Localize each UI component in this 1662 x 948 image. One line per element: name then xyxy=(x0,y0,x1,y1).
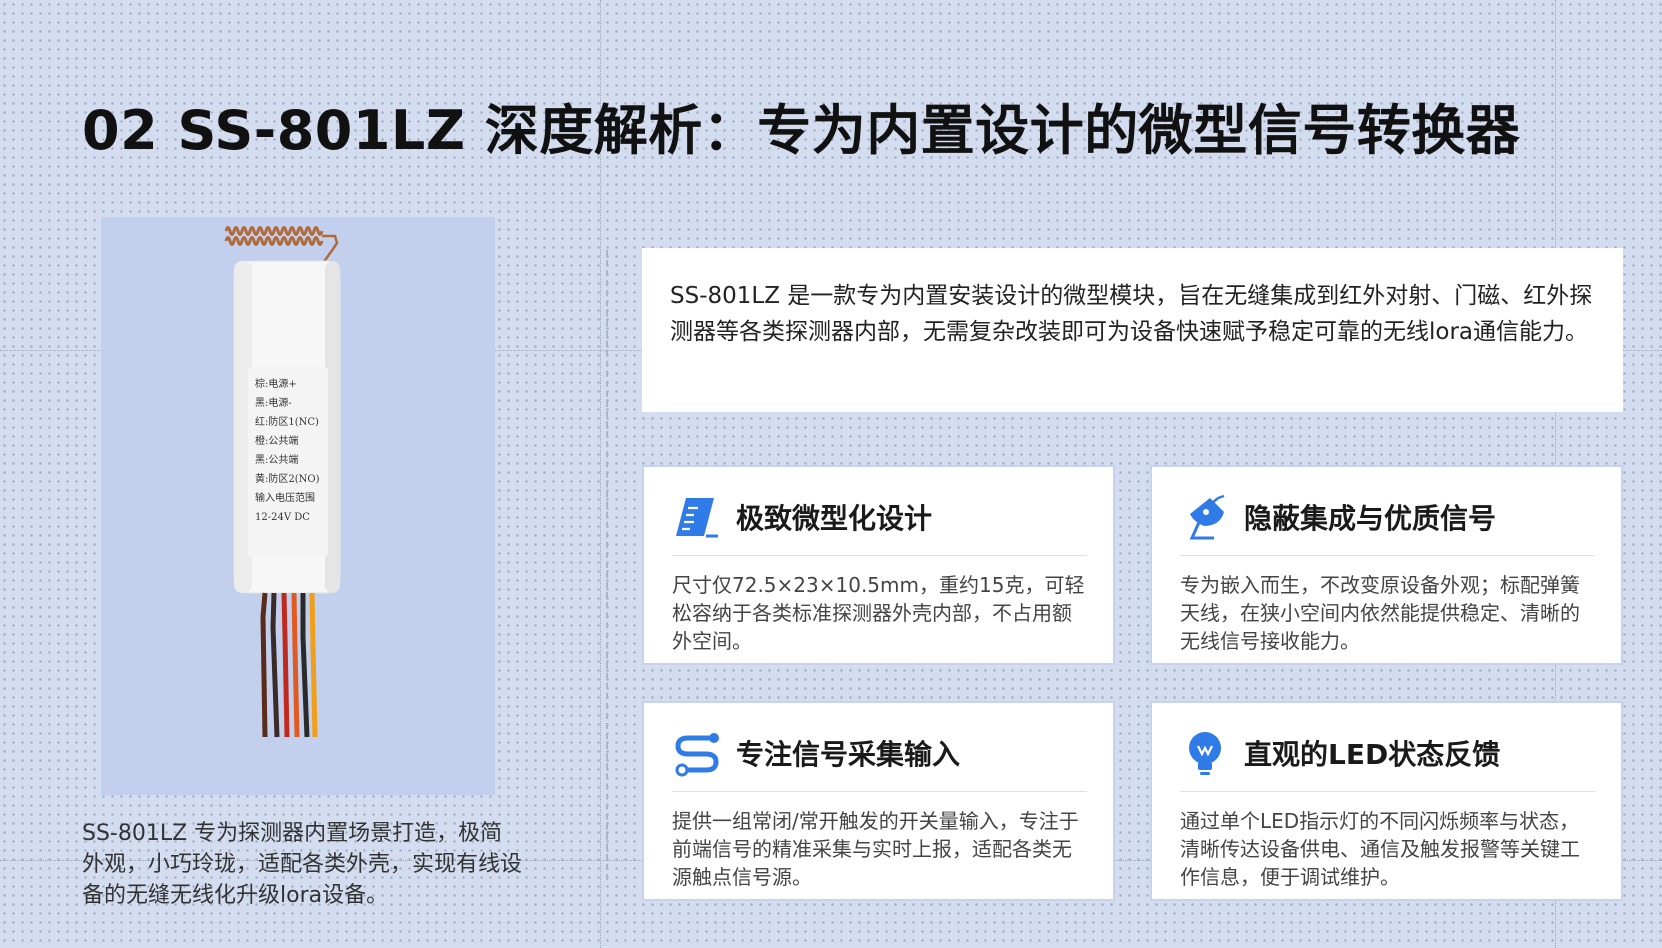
label-line: 输入电压范围 xyxy=(255,493,315,504)
feature-body: 通过单个LED指示灯的不同闪烁频率与状态，清晰传达设备供电、通信及触发报警等关键… xyxy=(1180,809,1580,889)
feature-body: 尺寸仅72.5×23×10.5mm，重约15克，可轻松容纳于各类标准探测器外壳内… xyxy=(672,573,1085,653)
product-caption: SS-801LZ 专为探测器内置场景打造，极简外观，小巧玲珑，适配各类外壳，实现… xyxy=(82,821,523,908)
product-image-panel: 棕:电源+ 黑:电源- 红:防区1(NC) 橙:公共端 黑:公共端 黄:防区2(… xyxy=(101,217,495,795)
device-label: 棕:电源+ 黑:电源- 红:防区1(NC) 橙:公共端 黑:公共端 黄:防区2(… xyxy=(248,367,328,557)
feature-title: 隐蔽集成与优质信号 xyxy=(1244,502,1497,535)
ruler-icon xyxy=(676,498,718,538)
label-line: 橙:公共端 xyxy=(255,436,299,447)
feature-card: 专注信号采集输入 提供一组常闭/常开触发的开关量输入，专注于前端信号的精准采集与… xyxy=(642,701,1115,901)
wires xyxy=(260,592,318,738)
feature-card: 极致微型化设计 尺寸仅72.5×23×10.5mm，重约15克，可轻松容纳于各类… xyxy=(642,465,1115,665)
feature-title: 直观的LED状态反馈 xyxy=(1244,738,1501,771)
lightbulb-icon xyxy=(1189,732,1221,775)
feature-title: 专注信号采集输入 xyxy=(736,738,961,771)
feature-body: 提供一组常闭/常开触发的开关量输入，专注于前端信号的精准采集与实时上报，适配各类… xyxy=(672,809,1079,889)
feature-card: 隐蔽集成与优质信号 专为嵌入而生，不改变原设备外观；标配弹簧天线，在狭小空间内依… xyxy=(1150,465,1623,665)
card-divider xyxy=(672,555,1087,556)
satellite-dish-icon xyxy=(1189,494,1225,540)
page-title: 02 SS-801LZ 深度解析：专为内置设计的微型信号转换器 xyxy=(82,99,1521,162)
feature-body: 专为嵌入而生，不改变原设备外观；标配弹簧天线，在狭小空间内依然能提供稳定、清晰的… xyxy=(1180,573,1580,653)
feature-title: 极致微型化设计 xyxy=(736,502,933,535)
label-line: 红:防区1(NC) xyxy=(255,417,319,428)
label-line: 黄:防区2(NO) xyxy=(255,474,320,485)
label-line: 棕:电源+ xyxy=(255,379,297,390)
card-divider xyxy=(672,791,1087,792)
feature-card: 直观的LED状态反馈 通过单个LED指示灯的不同闪烁频率与状态，清晰传达设备供电… xyxy=(1150,701,1623,901)
spring-antenna xyxy=(224,226,339,264)
card-divider xyxy=(1180,555,1595,556)
label-line: 12-24V DC xyxy=(255,512,310,523)
intro-card: SS-801LZ 是一款专为内置安装设计的微型模块，旨在无缝集成到红外对射、门磁… xyxy=(642,248,1623,412)
path-icon xyxy=(675,733,719,777)
intro-text: SS-801LZ 是一款专为内置安装设计的微型模块，旨在无缝集成到红外对射、门磁… xyxy=(670,283,1593,345)
label-line: 黑:公共端 xyxy=(255,455,299,466)
label-line: 黑:电源- xyxy=(255,398,292,409)
divider xyxy=(606,250,608,880)
card-divider xyxy=(1180,791,1595,792)
